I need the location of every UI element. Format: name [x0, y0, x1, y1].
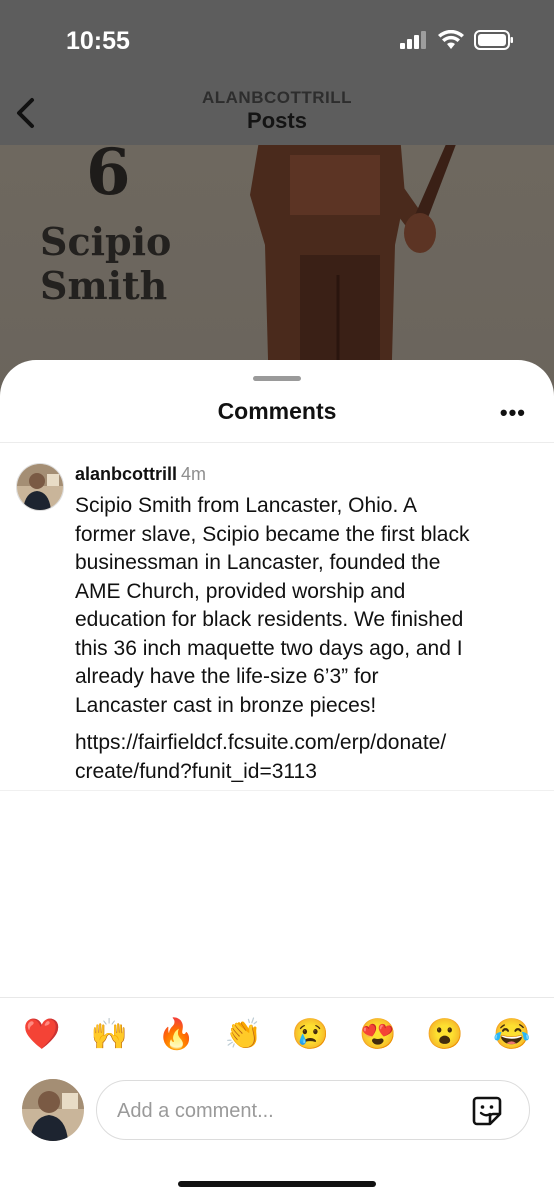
reaction-surprised[interactable]: 😮 — [425, 1016, 465, 1056]
reaction-crying[interactable]: 😢 — [291, 1016, 331, 1056]
comment-link[interactable]: https://fairfieldcf.fcsuite.com/erp/dona… — [75, 729, 535, 786]
nav-username: ALANBCOTTRILL — [201, 88, 353, 107]
nav-bar: ALANBCOTTRILL Posts — [0, 80, 554, 145]
status-bar: 10:55 — [0, 0, 554, 80]
comment-input[interactable] — [115, 1081, 459, 1141]
signal-icon — [400, 31, 426, 49]
reaction-raised-hands[interactable]: 🙌 — [89, 1016, 129, 1056]
comments-sheet: Comments ••• alanbcottrill 4m Scipio Smit… — [0, 360, 554, 1200]
battery-icon — [474, 30, 513, 50]
reaction-clap[interactable]: 👏 — [223, 1016, 263, 1056]
comment-input-box[interactable] — [96, 1080, 530, 1141]
divider — [0, 997, 554, 998]
comment-username[interactable]: alanbcottrill — [75, 464, 177, 484]
sticker-icon[interactable] — [471, 1095, 503, 1127]
wifi-icon — [438, 30, 464, 49]
reaction-heart-eyes[interactable]: 😍 — [358, 1016, 398, 1056]
post-caption: Scipio Smith — [40, 219, 172, 308]
sheet-title: Comments — [217, 398, 337, 424]
reaction-laughing[interactable]: 😂 — [492, 1016, 532, 1056]
quick-reactions-bar: ❤️ 🙌 🔥 👏 😢 😍 😮 😂 — [0, 1016, 554, 1056]
avatar-photo-icon — [22, 1079, 84, 1141]
comment-composer — [0, 1077, 554, 1143]
post-quote-mark: 6 — [86, 145, 131, 210]
commenter-avatar[interactable] — [16, 463, 64, 511]
divider — [0, 790, 554, 791]
my-avatar — [22, 1079, 84, 1141]
status-time: 10:55 — [66, 27, 130, 55]
avatar-photo-icon — [17, 464, 63, 510]
post-backdrop: 6 Scipio Smith 10:55 ALANBCOTTRILL Posts — [0, 0, 554, 420]
reaction-heart[interactable]: ❤️ — [22, 1016, 62, 1056]
home-indicator — [178, 1181, 376, 1187]
sheet-grabber[interactable] — [253, 376, 301, 381]
more-options-button[interactable]: ••• — [500, 400, 526, 426]
page-title: Posts — [247, 108, 307, 133]
divider — [0, 442, 554, 443]
reaction-fire[interactable]: 🔥 — [156, 1016, 196, 1056]
comment-text: Scipio Smith from Lancaster, Ohio. A for… — [75, 494, 470, 717]
comment-timestamp: 4m — [181, 464, 207, 484]
